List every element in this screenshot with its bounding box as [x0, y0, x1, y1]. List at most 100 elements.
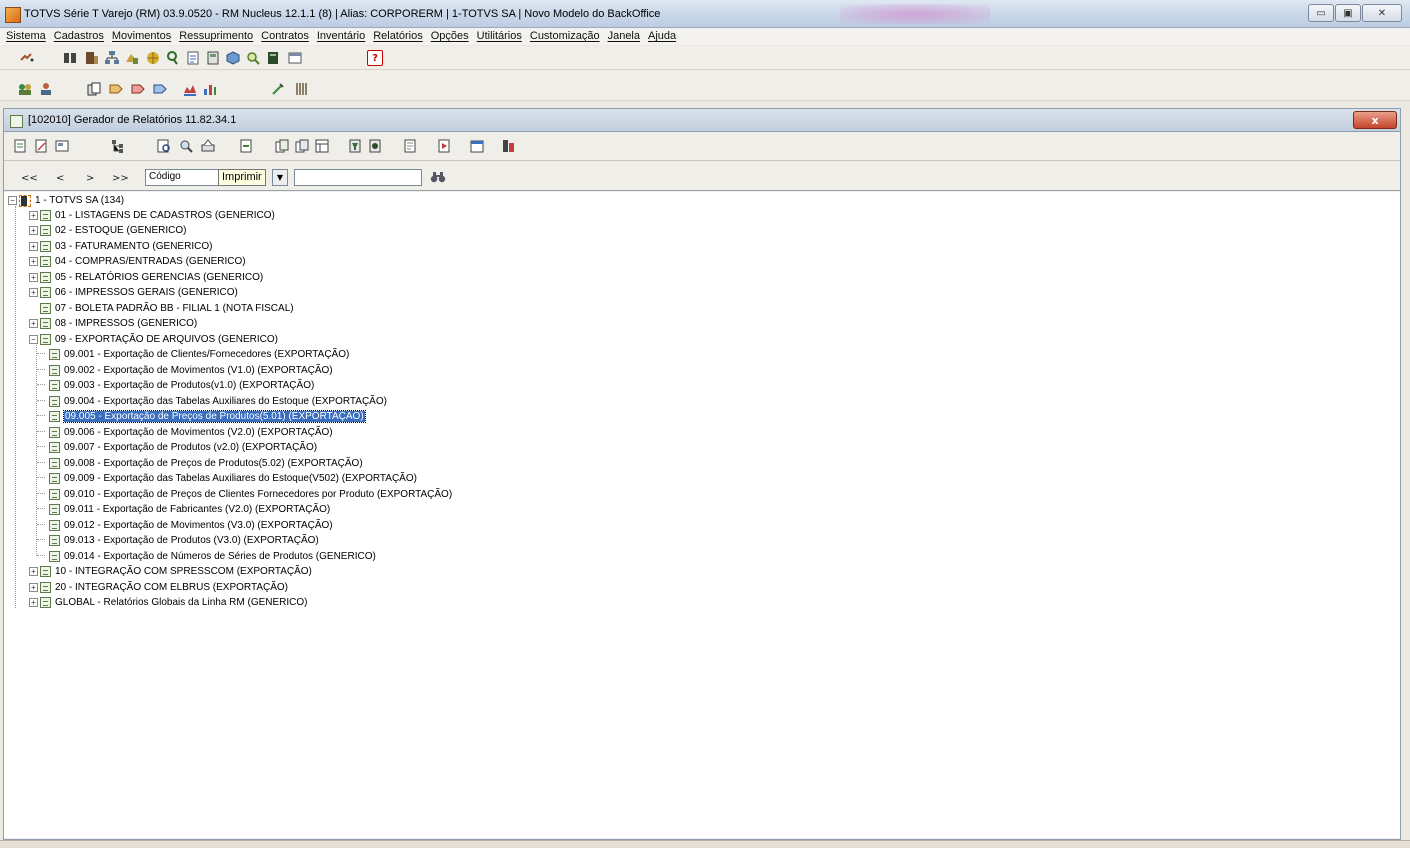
menu-sistema[interactable]: Sistema [6, 28, 46, 45]
menu-customizacao[interactable]: Customização [530, 28, 600, 45]
tree-group-04[interactable]: +04 - COMPRAS/ENTRADAS (GENERICO) [29, 254, 246, 269]
people-icon[interactable] [38, 81, 54, 97]
preview-icon[interactable] [156, 138, 172, 154]
find-icon[interactable] [430, 170, 446, 187]
inventory-icon[interactable] [182, 81, 198, 97]
statistics-icon[interactable] [501, 138, 517, 154]
search-field-dropdown-button[interactable]: ▼ [272, 169, 288, 186]
movement-out-icon[interactable] [130, 81, 146, 97]
tools-icon[interactable] [270, 81, 286, 97]
tree-group-03[interactable]: +03 - FATURAMENTO (GENERICO) [29, 239, 212, 254]
tree-report-item[interactable]: 09.012 - Exportação de Movimentos (V3.0)… [37, 518, 333, 533]
menu-movimentos[interactable]: Movimentos [112, 28, 171, 45]
tree-group-07[interactable]: 07 - BOLETA PADRÃO BB - FILIAL 1 (NOTA F… [29, 301, 294, 316]
search-user-icon[interactable] [165, 50, 181, 66]
edit-report-icon[interactable] [33, 138, 49, 154]
tree-view-icon[interactable] [110, 138, 126, 154]
import-report-icon[interactable] [294, 138, 310, 154]
expand-icon[interactable]: + [29, 288, 38, 297]
new-report-icon[interactable] [12, 138, 28, 154]
menu-utilitarios[interactable]: Utilitários [477, 28, 522, 45]
report-icon[interactable] [185, 50, 201, 66]
expand-icon[interactable]: + [29, 242, 38, 251]
tree-report-item[interactable]: 09.007 - Exportação de Produtos (v2.0) (… [37, 440, 317, 455]
tree-report-item[interactable]: 09.013 - Exportação de Produtos (V3.0) (… [37, 533, 319, 548]
tree-report-item[interactable]: 09.014 - Exportação de Números de Séries… [37, 549, 376, 564]
parameters-icon[interactable] [367, 138, 383, 154]
menu-janela[interactable]: Janela [608, 28, 640, 45]
archive-icon[interactable] [293, 81, 309, 97]
calculator-icon[interactable] [205, 50, 221, 66]
tree-report-item[interactable]: 09.006 - Exportação de Movimentos (V2.0)… [37, 425, 333, 440]
layout-icon[interactable] [314, 138, 330, 154]
tree-group-10[interactable]: +10 - INTEGRAÇÃO COM SPRESSCOM (EXPORTAÇ… [29, 564, 312, 579]
magnifier-icon[interactable] [245, 50, 261, 66]
menu-relatorios[interactable]: Relatórios [373, 28, 423, 45]
properties-icon[interactable] [54, 138, 70, 154]
tree-report-item[interactable]: 09.001 - Exportação de Clientes/Forneced… [37, 347, 349, 362]
tree-report-item[interactable]: 09.004 - Exportação das Tabelas Auxiliar… [37, 394, 387, 409]
cube-icon[interactable] [225, 50, 241, 66]
tree-group-20[interactable]: +20 - INTEGRAÇÃO COM ELBRUS (EXPORTAÇÃO) [29, 580, 288, 595]
expand-icon[interactable]: + [29, 567, 38, 576]
tree-report-item[interactable]: 09.003 - Exportação de Produtos(v1.0) (E… [37, 378, 314, 393]
tree-report-item[interactable]: 09.011 - Exportação de Fabricantes (V2.0… [37, 502, 330, 517]
menu-ajuda[interactable]: Ajuda [648, 28, 676, 45]
stock-icon[interactable] [124, 50, 140, 66]
tree-report-item[interactable]: 09.009 - Exportação das Tabelas Auxiliar… [37, 471, 417, 486]
window-icon[interactable] [287, 50, 303, 66]
expand-icon[interactable]: + [29, 273, 38, 282]
network-icon[interactable] [104, 50, 120, 66]
menu-inventario[interactable]: Inventário [317, 28, 365, 45]
menu-cadastros[interactable]: Cadastros [54, 28, 104, 45]
tree-group-global[interactable]: + GLOBAL - Relatórios Globais da Linha RM… [29, 595, 308, 610]
chart-icon[interactable] [202, 81, 218, 97]
tree-group-02[interactable]: +02 - ESTOQUE (GENERICO) [29, 223, 187, 238]
collapse-icon[interactable]: − [8, 196, 17, 205]
expand-icon[interactable]: + [29, 583, 38, 592]
movement-transfer-icon[interactable] [152, 81, 168, 97]
previous-record-button[interactable]: < [56, 173, 64, 184]
tree-group-05[interactable]: +05 - RELATÓRIOS GERENCIAS (GENERICO) [29, 270, 263, 285]
collapse-icon[interactable]: − [29, 335, 38, 344]
maximize-button[interactable]: ▣ [1335, 4, 1361, 22]
close-button[interactable]: ✕ [1362, 4, 1402, 22]
tree-group-01[interactable]: +01 - LISTAGENS DE CADASTROS (GENERICO) [29, 208, 275, 223]
menu-opcoes[interactable]: Opções [431, 28, 469, 45]
company-icon[interactable] [84, 50, 100, 66]
tree-group-08[interactable]: +08 - IMPRESSOS (GENERICO) [29, 316, 197, 331]
tree-group-06[interactable]: +06 - IMPRESSOS GERAIS (GENERICO) [29, 285, 238, 300]
menu-contratos[interactable]: Contratos [261, 28, 309, 45]
document-icon[interactable] [402, 138, 418, 154]
users-icon[interactable] [62, 50, 78, 66]
tree-report-item[interactable]: 09.008 - Exportação de Preços de Produto… [37, 456, 363, 471]
last-record-button[interactable]: >> [112, 173, 129, 184]
run-report-icon[interactable] [436, 138, 452, 154]
globe-icon[interactable] [145, 50, 161, 66]
zoom-icon[interactable] [178, 138, 194, 154]
movement-in-icon[interactable] [108, 81, 124, 97]
expand-icon[interactable]: + [29, 257, 38, 266]
tree-report-item[interactable]: 09.002 - Exportação de Movimentos (V1.0)… [37, 363, 333, 378]
help-icon[interactable]: ? [367, 50, 383, 66]
first-record-button[interactable]: << [21, 173, 38, 184]
calendar-icon[interactable] [469, 138, 485, 154]
menu-ressuprimento[interactable]: Ressuprimento [179, 28, 253, 45]
expand-icon[interactable]: + [29, 319, 38, 328]
minimize-button[interactable]: ▭ [1308, 4, 1334, 22]
search-input[interactable] [294, 169, 422, 186]
tree-group-09[interactable]: −09 - EXPORTAÇÃO DE ARQUIVOS (GENERICO) [29, 332, 278, 347]
expand-icon[interactable]: + [29, 226, 38, 235]
tree-root[interactable]: −1 - TOTVS SA (134) [8, 193, 124, 208]
export-icon[interactable] [238, 138, 254, 154]
tree-report-item[interactable]: 09.010 - Exportação de Preços de Cliente… [37, 487, 452, 502]
copy-report-icon[interactable] [274, 138, 290, 154]
report-window-close-button[interactable]: x [1353, 111, 1397, 129]
expand-icon[interactable]: + [29, 211, 38, 220]
filter-icon[interactable] [347, 138, 363, 154]
print-icon[interactable] [200, 138, 216, 154]
clients-icon[interactable] [17, 81, 33, 97]
documents-icon[interactable] [86, 81, 102, 97]
book-icon[interactable] [265, 50, 281, 66]
expand-icon[interactable]: + [29, 598, 38, 607]
